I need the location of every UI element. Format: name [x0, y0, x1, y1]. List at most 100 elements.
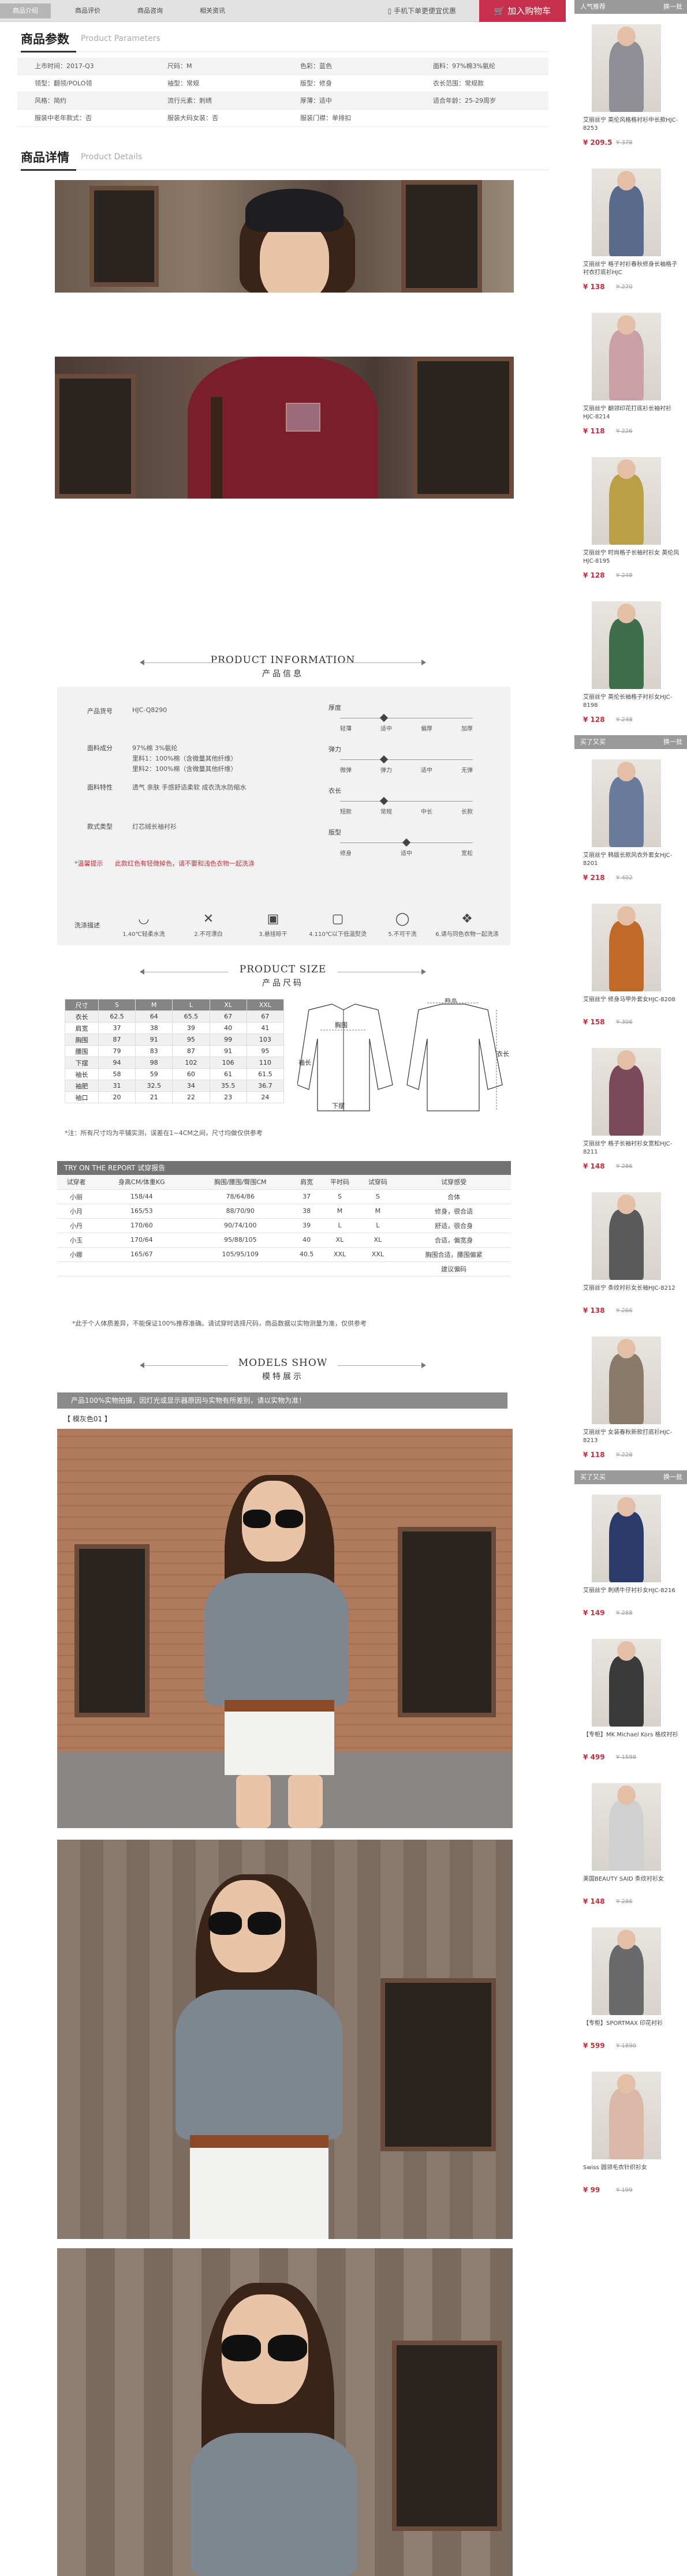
tryon-header: 身高CM/体重KG [95, 1175, 188, 1190]
sidebar-product-name[interactable]: 【专柜】SPORTMAX 印花衬衫 [583, 2020, 681, 2028]
size-table-row: 腰围 79 83 87 91 95 [65, 1045, 285, 1057]
size-table-cell: 袖肥 [65, 1080, 99, 1092]
params-header: 商品参数 Product Parameters [17, 23, 548, 53]
params-underline [21, 51, 76, 53]
sidebar-product-item[interactable]: 艾丽丝宁 韩版长款风衣外套女HJC-8201 ¥ 218 ¥ 402 [574, 749, 687, 893]
param-cell: 色彩：蓝色 [300, 62, 332, 70]
size-table-cell: 110 [246, 1057, 285, 1069]
sidebar-model-head [617, 1339, 636, 1358]
sidebar-product-name[interactable]: 艾丽丝宁 英伦长袖格子衬衫女HJC-8198 [583, 694, 681, 710]
sidebar-product-figure [609, 2089, 644, 2159]
sidebar-more-link[interactable]: 换一批 [663, 1470, 682, 1484]
sidebar-product-image[interactable] [592, 169, 661, 256]
sidebar-product-item[interactable]: 艾丽丝宁 翻领印花打底衫长袖衬衫HJC-8214 ¥ 118 ¥ 226 [574, 302, 687, 447]
size-table-cell: 95 [172, 1034, 210, 1046]
param-cell: 适合年龄：25-29周岁 [433, 97, 496, 104]
sidebar-product-image[interactable] [592, 1927, 661, 2015]
tryon-row: 建议偏码 [57, 1261, 511, 1276]
sidebar-product-item[interactable]: 艾丽丝宁 修身马甲外套女HJC-8208 ¥ 158 ¥ 306 [574, 893, 687, 1038]
sidebar-product-old-price: ¥ 1598 [616, 1754, 636, 1761]
scale-option: 修身 [340, 851, 352, 857]
sidebar-product-item[interactable]: 艾丽丝宁 时尚格子长袖衬衫女 英伦风HJC-8195 ¥ 128 ¥ 248 [574, 447, 687, 591]
sidebar-product-image[interactable] [592, 759, 661, 847]
sidebar-product-name[interactable]: 艾丽丝宁 条纹衬衫女长袖HJC-8212 [583, 1285, 681, 1293]
sidebar-product-name[interactable]: 艾丽丝宁 女装春秋新款打底衫HJC-8213 [583, 1429, 681, 1445]
sidebar-product-figure [609, 1800, 644, 1871]
sidebar-product-name[interactable]: 艾丽丝宁 修身马甲外套女HJC-8208 [583, 996, 681, 1004]
scale-marker [379, 713, 388, 722]
wash-instruction: ◯ 5.不可干洗 [371, 912, 434, 938]
sidebar-product-image[interactable] [592, 313, 661, 400]
mobile-order-text: 手机下单更便宜优惠 [393, 7, 456, 15]
sidebar-product-name[interactable]: 艾丽丝宁 英伦风格格衬衫中长款HJC-8253 [583, 117, 681, 133]
sidebar-more-link[interactable]: 换一批 [663, 735, 682, 749]
diagram-label-length: 衣长 [496, 1050, 509, 1058]
sidebar-product-image[interactable] [592, 2072, 661, 2159]
models-title-cn: 模特展示 [262, 1372, 304, 1381]
sidebar-product-image[interactable] [592, 904, 661, 991]
sidebar-product-name[interactable]: 艾丽丝宁 韩版长款风衣外套女HJC-8201 [583, 852, 681, 868]
tryon-row: 小玉 170/64 95/88/105 40 XL XL 合适，偏宽身 [57, 1233, 511, 1248]
sidebar-product-image[interactable] [592, 24, 661, 112]
sidebar-product-item[interactable]: 艾丽丝宁 英伦长袖格子衬衫女HJC-8198 ¥ 128 ¥ 248 [574, 591, 687, 735]
sidebar-product-item[interactable]: 美国BEAUTY SAID 条纹衬衫女 ¥ 148 ¥ 286 [574, 1773, 687, 1917]
mobile-order-link[interactable]: ▯ 手机下单更便宜优惠 [388, 3, 456, 18]
sidebar-model-head [617, 906, 636, 926]
tab-reviews[interactable]: 商品评价 [62, 3, 113, 18]
sidebar-product-name[interactable]: 【专柜】MK Michael Kors 格纹衬衫 [583, 1731, 681, 1739]
sidebar-product-image[interactable] [592, 1192, 661, 1280]
size-table-row: 袖长 58 59 60 61 61.5 [65, 1068, 285, 1080]
photo-window [380, 1978, 496, 2151]
sidebar-product-figure [609, 330, 644, 400]
param-cell: 服装大码女装：否 [167, 114, 218, 122]
sunglasses-left [222, 2335, 261, 2361]
sidebar-product-image[interactable] [592, 1639, 661, 1727]
sidebar-product-item[interactable]: 艾丽丝宁 刺绣牛仔衬衫女HJC-8216 ¥ 149 ¥ 288 [574, 1484, 687, 1628]
tab-consult[interactable]: 商品咨询 [125, 3, 176, 18]
size-table-cell: 67 [209, 1010, 247, 1023]
sidebar-product-image[interactable] [592, 601, 661, 689]
size-table-cell: 袖长 [65, 1068, 99, 1080]
tryon-header: 试穿码 [359, 1175, 397, 1190]
scale-name: 弹力 [328, 746, 341, 753]
sidebar-product-item[interactable]: 艾丽丝宁 条纹衬衫女长袖HJC-8212 ¥ 138 ¥ 266 [574, 1182, 687, 1326]
sidebar-product-name[interactable]: 艾丽丝宁 时尚格子长袖衬衫女 英伦风HJC-8195 [583, 549, 681, 566]
sidebar-product-name[interactable]: 艾丽丝宁 翻领印花打底衫长袖衬衫HJC-8214 [583, 405, 681, 421]
sidebar-product-item[interactable]: 艾丽丝宁 女装春秋新款打底衫HJC-8213 ¥ 118 ¥ 228 [574, 1326, 687, 1470]
size-table-cell: 102 [172, 1057, 210, 1069]
sidebar-product-name[interactable]: 美国BEAUTY SAID 条纹衬衫女 [583, 1875, 681, 1884]
sidebar-product-name[interactable]: Swiss 圆领毛衣针织衫女 [583, 2164, 681, 2172]
sidebar-product-image[interactable] [592, 457, 661, 545]
tab-intro[interactable]: 商品介绍 [0, 3, 51, 18]
sidebar-product-item[interactable]: 艾丽丝宁 格子长袖衬衫女宽松HJC-8211 ¥ 148 ¥ 286 [574, 1038, 687, 1182]
sidebar-more-link[interactable]: 换一批 [663, 0, 682, 14]
sidebar-section-title: 买了又买 [580, 738, 606, 746]
product-size-title-en: PRODUCT SIZE [239, 964, 327, 975]
tryon-cell: 158/44 [95, 1189, 188, 1204]
tab-news[interactable]: 相关资讯 [187, 3, 238, 18]
sunglasses-right [275, 1510, 303, 1528]
sidebar-product-item[interactable]: 艾丽丝宁 格子衬衫春秋修身长袖格子衬衣打底衫HJC ¥ 138 ¥ 270 [574, 158, 687, 302]
sidebar-product-image[interactable] [592, 1495, 661, 1582]
sidebar-product-item[interactable]: 艾丽丝宁 英伦风格格衬衫中长款HJC-8253 ¥ 209.5 ¥ 378 [574, 14, 687, 158]
sidebar-product-name[interactable]: 艾丽丝宁 格子衬衫春秋修身长袖格子衬衣打底衫HJC [583, 261, 681, 277]
model-hair [211, 397, 222, 499]
sidebar-product-figure [609, 1354, 644, 1424]
tryon-cell [320, 1261, 359, 1276]
scale-marker [379, 796, 388, 806]
sidebar-product-name[interactable]: 艾丽丝宁 格子长袖衬衫女宽松HJC-8211 [583, 1140, 681, 1156]
sidebar-product-item[interactable]: 【专柜】MK Michael Kors 格纹衬衫 ¥ 499 ¥ 1598 [574, 1628, 687, 1773]
add-to-cart-button[interactable]: 🛒 加入购物车 [479, 0, 566, 22]
tryon-cell: 建议偏码 [397, 1261, 511, 1276]
sidebar-model-head [617, 459, 636, 479]
sidebar-product-image[interactable] [592, 1048, 661, 1136]
product-size-title: PRODUCT SIZE 产品尺码 [133, 964, 433, 989]
product-photo-shirt [55, 357, 514, 499]
tryon-cell: M [359, 1204, 397, 1219]
sidebar-product-image[interactable] [592, 1336, 661, 1424]
sidebar-product-image[interactable] [592, 1783, 661, 1871]
sidebar-product-item[interactable]: 【专柜】SPORTMAX 印花衬衫 ¥ 599 ¥ 1890 [574, 1917, 687, 2061]
sidebar-product-name[interactable]: 艾丽丝宁 刺绣牛仔衬衫女HJC-8216 [583, 1587, 681, 1595]
sidebar-product-item[interactable]: Swiss 圆领毛衣针织衫女 ¥ 99 ¥ 199 [574, 2061, 687, 2206]
size-note: *注：所有尺寸均为平铺实测，误差在1~4CM之间，尺寸均做仅供参考 [65, 1129, 263, 1137]
